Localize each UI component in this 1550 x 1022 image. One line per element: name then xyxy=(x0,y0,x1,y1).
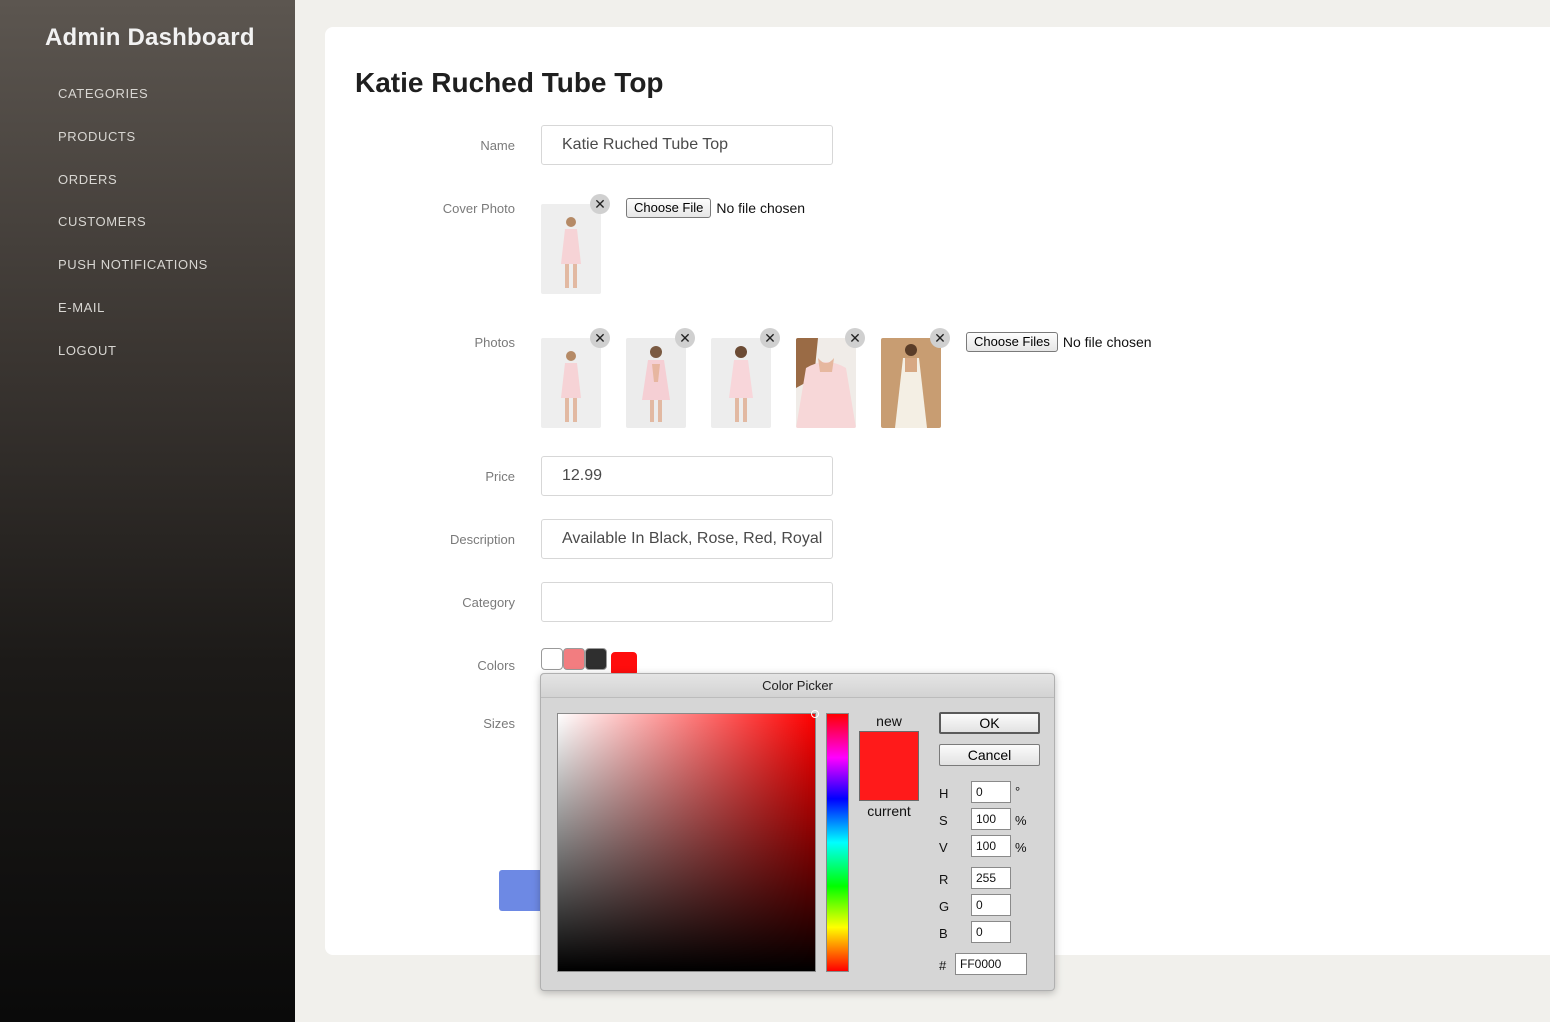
saturation-value-area[interactable] xyxy=(557,710,819,972)
sidebar-item-email[interactable]: E-MAIL xyxy=(58,299,208,342)
photo-thumbnail xyxy=(541,338,601,428)
hex-label: # xyxy=(939,958,947,973)
color-swatch-pink[interactable] xyxy=(563,648,585,670)
sidebar-item-categories[interactable]: CATEGORIES xyxy=(58,85,208,128)
sv-marker[interactable] xyxy=(811,710,819,718)
green-input[interactable] xyxy=(971,894,1011,916)
sidebar-item-push-notifications[interactable]: PUSH NOTIFICATIONS xyxy=(58,256,208,299)
sidebar-nav: CATEGORIES PRODUCTS ORDERS CUSTOMERS PUS… xyxy=(58,85,208,385)
photo-thumbnail xyxy=(711,338,771,428)
color-picker-dialog: Color Picker new current OK Cancel H ° S… xyxy=(540,673,1055,991)
remove-photo-icon[interactable]: ✕ xyxy=(590,328,610,348)
hue-input[interactable] xyxy=(971,781,1011,803)
red-input[interactable] xyxy=(971,867,1011,889)
choose-photos-button[interactable]: Choose Files xyxy=(966,332,1058,352)
cover-photo-label: Cover Photo xyxy=(442,201,515,216)
cover-file-picker: Choose File No file chosen xyxy=(626,198,805,218)
v-label: V xyxy=(939,840,948,855)
sizes-label: Sizes xyxy=(483,716,515,731)
blue-input[interactable] xyxy=(971,921,1011,943)
cover-file-status: No file chosen xyxy=(716,200,806,216)
r-label: R xyxy=(939,872,949,887)
hue-slider[interactable] xyxy=(826,713,849,972)
name-input[interactable]: Katie Ruched Tube Top xyxy=(541,125,833,165)
sidebar: Admin Dashboard CATEGORIES PRODUCTS ORDE… xyxy=(0,0,295,1022)
photo-thumbnail xyxy=(796,338,856,428)
color-swatch-dark[interactable] xyxy=(585,648,607,670)
s-unit: % xyxy=(1015,813,1027,828)
new-color-label: new xyxy=(876,713,902,729)
colors-label: Colors xyxy=(477,658,515,673)
remove-photo-icon[interactable]: ✕ xyxy=(675,328,695,348)
new-color-preview xyxy=(860,732,918,766)
category-input[interactable] xyxy=(541,582,833,622)
remove-cover-icon[interactable]: ✕ xyxy=(590,194,610,214)
current-color-preview[interactable] xyxy=(860,766,918,800)
sidebar-item-products[interactable]: PRODUCTS xyxy=(58,128,208,171)
description-input[interactable]: Available In Black, Rose, Red, Royal xyxy=(541,519,833,559)
photos-file-status: No file chosen xyxy=(1062,334,1152,350)
description-label: Description xyxy=(449,532,515,547)
photo-thumbnail xyxy=(626,338,686,428)
price-label: Price xyxy=(485,469,515,484)
current-color-label: current xyxy=(867,803,911,819)
brand-title: Admin Dashboard xyxy=(45,24,255,51)
name-label: Name xyxy=(480,138,515,153)
g-label: G xyxy=(939,899,950,914)
saturation-input[interactable] xyxy=(971,808,1011,830)
s-label: S xyxy=(939,813,948,828)
price-input[interactable]: 12.99 xyxy=(541,456,833,496)
sidebar-item-logout[interactable]: LOGOUT xyxy=(58,342,208,385)
page-title: Katie Ruched Tube Top xyxy=(355,67,664,98)
photos-file-picker: Choose Files No file chosen xyxy=(966,332,1152,352)
ok-button[interactable]: OK xyxy=(939,712,1040,734)
cover-photo-thumbnail xyxy=(541,204,601,294)
category-label: Category xyxy=(462,595,515,610)
h-unit: ° xyxy=(1015,784,1021,799)
remove-photo-icon[interactable]: ✕ xyxy=(760,328,780,348)
sidebar-item-orders[interactable]: ORDERS xyxy=(58,171,208,214)
h-label: H xyxy=(939,786,949,801)
v-unit: % xyxy=(1015,840,1027,855)
sidebar-item-customers[interactable]: CUSTOMERS xyxy=(58,213,208,256)
color-preview xyxy=(859,731,919,801)
hex-input[interactable] xyxy=(955,953,1027,975)
color-picker-title: Color Picker xyxy=(541,674,1054,698)
cancel-button[interactable]: Cancel xyxy=(939,744,1040,766)
photo-thumbnail xyxy=(881,338,941,428)
b-label: B xyxy=(939,926,948,941)
choose-cover-file-button[interactable]: Choose File xyxy=(626,198,712,218)
value-input[interactable] xyxy=(971,835,1011,857)
photos-label: Photos xyxy=(474,335,515,350)
remove-photo-icon[interactable]: ✕ xyxy=(845,328,865,348)
remove-photo-icon[interactable]: ✕ xyxy=(930,328,950,348)
color-swatch-white[interactable] xyxy=(541,648,563,670)
